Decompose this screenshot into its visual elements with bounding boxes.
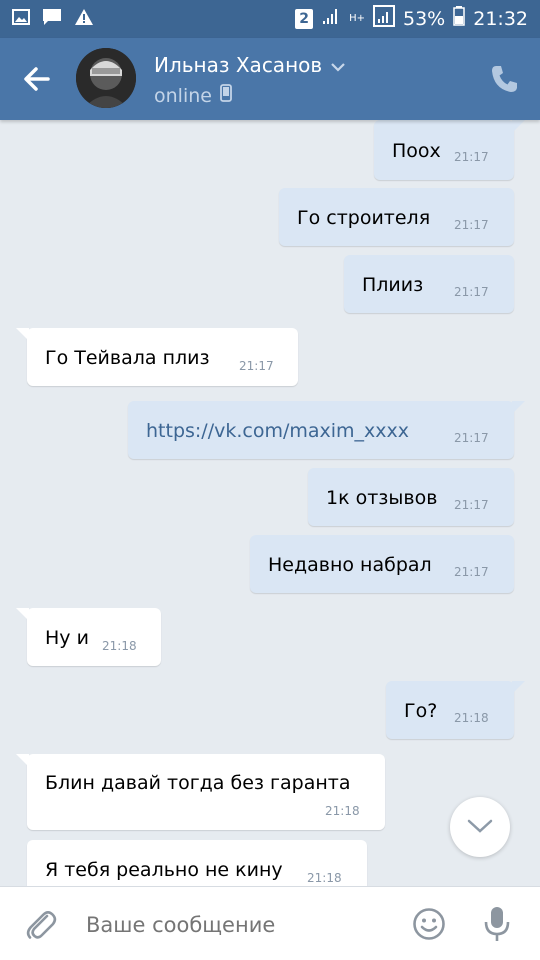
chevron-down-icon [467,819,493,833]
message-text: Го Тейвала плиз [45,347,210,369]
message-composer [0,886,540,960]
message-text: Я тебя реально не кину [45,859,283,881]
message-text: Поох [392,140,441,162]
message-bubble[interactable]: Блин давай тогда без гаранта 21:18 [16,754,385,830]
message-time: 21:17 [239,359,274,373]
message-bubble[interactable]: Го Тейвала плиз 21:17 [16,328,298,386]
message-text: Недавно набрал [268,554,432,576]
arrow-left-icon[interactable] [20,62,54,96]
message-text: 1к отзывов [326,487,438,509]
message-list[interactable]: Поох 21:17 Го строителя 21:17 Плииз 21:1… [0,120,540,886]
message-time: 21:17 [454,565,489,579]
message-text: Ну и [45,627,89,649]
message-bubble[interactable]: Недавно набрал 21:17 [250,535,514,593]
message-time: 21:17 [454,431,489,445]
paperclip-icon[interactable] [24,907,58,943]
message-text: Плииз [362,274,424,296]
avatar[interactable] [76,48,136,108]
smiley-icon[interactable] [412,907,446,941]
message-time: 21:17 [454,285,489,299]
message-text: Го? [404,700,438,722]
signal-icon [321,6,341,31]
image-notification-icon [12,9,30,29]
message-time: 21:18 [307,871,342,885]
sim-badge: 2 [295,8,314,29]
battery-percent: 53% [403,7,446,30]
message-time: 21:18 [102,639,137,653]
signal-icon-2 [373,5,395,32]
message-text: Го строителя [297,207,431,229]
contact-status: online [154,84,232,107]
message-time: 21:18 [325,804,360,818]
message-link[interactable]: https://vk.com/maxim_xxxx [146,420,409,442]
mobile-device-icon [220,84,232,107]
online-status: online [154,84,212,107]
chevron-down-icon [330,53,346,77]
message-bubble[interactable]: Поох 21:17 [374,120,525,180]
message-bubble[interactable]: 1к отзывов 21:17 [308,468,514,526]
message-bubble[interactable]: Го строителя 21:17 [279,188,514,246]
message-bubble[interactable]: Ну и 21:18 [16,608,161,666]
message-notification-icon [42,8,62,30]
message-time: 21:17 [454,150,489,164]
message-text: Блин давай тогда без гаранта [45,772,351,794]
contact-name-row[interactable]: Ильназ Хасанов [154,53,346,77]
message-bubble[interactable]: Го? 21:18 [386,681,525,739]
warning-icon [74,8,94,30]
data-type-label: H+ [349,12,365,24]
microphone-icon[interactable] [484,905,510,943]
battery-icon [453,6,465,31]
phone-icon[interactable] [490,64,518,94]
message-bubble[interactable]: Я тебя реально не кину 21:18 [27,840,367,886]
scroll-to-bottom-button[interactable] [450,797,510,857]
message-input[interactable] [86,905,396,945]
message-time: 21:17 [454,218,489,232]
message-bubble[interactable]: https://vk.com/maxim_xxxx 21:17 [128,401,525,459]
chat-header: Ильназ Хасанов online [0,38,540,120]
status-bar: 2 H+ 53% 21:32 [0,0,540,38]
message-time: 21:18 [454,711,489,725]
contact-name: Ильназ Хасанов [154,53,323,77]
message-bubble[interactable]: Плииз 21:17 [344,255,514,313]
clock: 21:32 [473,7,528,30]
message-time: 21:17 [454,498,489,512]
